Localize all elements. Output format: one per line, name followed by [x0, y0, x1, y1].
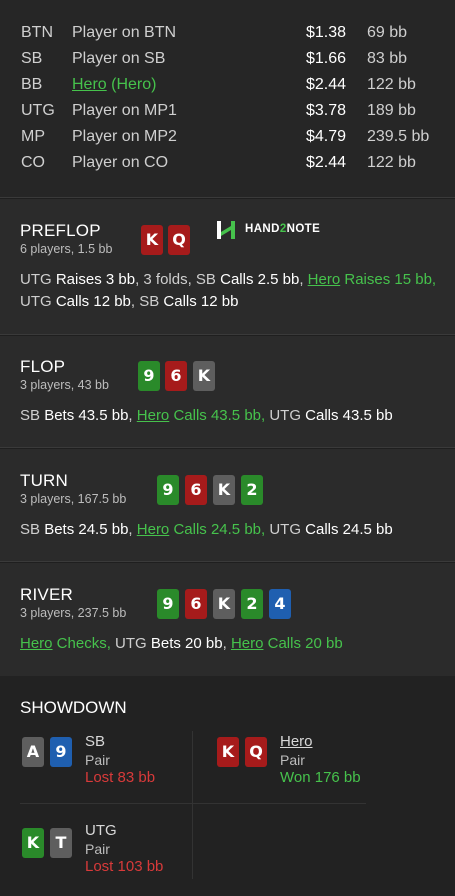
- player-stack-amount: $1.66: [306, 50, 347, 67]
- player-position: MP: [21, 128, 45, 145]
- hero-card-2: Q: [245, 737, 267, 767]
- hero-card-1: K: [141, 225, 163, 255]
- player-stack-bb: 122 bb: [367, 154, 416, 171]
- sb-name: SB: [85, 733, 106, 750]
- flop-title: FLOP: [20, 357, 66, 376]
- hero-link[interactable]: Hero: [20, 635, 53, 652]
- player-position: UTG: [21, 102, 55, 119]
- hero-hand: Pair: [280, 752, 305, 768]
- hand2note-logo-text: HAND2NOTE: [245, 223, 321, 235]
- board-card-5: 4: [269, 589, 291, 619]
- player-stack-amount: $3.78: [306, 102, 347, 119]
- board-card-2: 6: [185, 589, 207, 619]
- river-title: RIVER: [20, 585, 73, 604]
- player-row: UTG Player on MP1 $3.78 189 bb: [0, 98, 455, 124]
- hero-result: Won 176 bb: [280, 769, 361, 786]
- flop-actions: SB Bets 43.5 bb, Hero Calls 43.5 bb, UTG…: [20, 407, 393, 424]
- player-stack-amount: $4.79: [306, 128, 347, 145]
- player-stack-amount: $2.44: [306, 154, 347, 171]
- player-row-hero: BB Hero (Hero) $2.44 122 bb: [0, 72, 455, 98]
- flop-pot: 3 players, 43 bb: [20, 378, 109, 392]
- player-position: CO: [21, 154, 45, 171]
- player-name: Player on BTN: [72, 24, 177, 41]
- turn-actions: SB Bets 24.5 bb, Hero Calls 24.5 bb, UTG…: [20, 521, 393, 538]
- hero-link[interactable]: Hero: [72, 76, 107, 93]
- utg-hand: Pair: [85, 841, 110, 857]
- board-card-3: K: [213, 589, 235, 619]
- player-stack-bb: 83 bb: [367, 50, 408, 67]
- player-row: SB Player on SB $1.66 83 bb: [0, 46, 455, 72]
- player-stack-bb: 122 bb: [367, 76, 416, 93]
- preflop-title: PREFLOP: [20, 221, 101, 240]
- hero-link[interactable]: Hero: [308, 271, 341, 288]
- player-stack-bb: 189 bb: [367, 102, 416, 119]
- player-stack-bb: 239.5 bb: [367, 128, 430, 145]
- sb-card-1: A: [22, 737, 44, 767]
- river-pot: 3 players, 237.5 bb: [20, 606, 127, 620]
- h2n-logo-icon: [217, 221, 235, 239]
- sb-card-2: 9: [50, 737, 72, 767]
- hero-card-1: K: [217, 737, 239, 767]
- board-card-1: 9: [157, 589, 179, 619]
- board-card-4: 2: [241, 589, 263, 619]
- player-stack-amount: $1.38: [306, 24, 347, 41]
- player-name: Player on CO: [72, 154, 169, 171]
- player-row: MP Player on MP2 $4.79 239.5 bb: [0, 124, 455, 150]
- board-card-3: K: [213, 475, 235, 505]
- preflop-pot: 6 players, 1.5 bb: [20, 242, 113, 256]
- divider: [192, 731, 193, 879]
- board-card-1: 9: [138, 361, 160, 391]
- player-row: BTN Player on BTN $1.38 69 bb: [0, 20, 455, 46]
- board-card-2: 6: [165, 361, 187, 391]
- utg-result: Lost 103 bb: [85, 858, 164, 875]
- player-name: Player on SB: [72, 50, 166, 67]
- players-section: BTN Player on BTN $1.38 69 bb SB Player …: [0, 0, 455, 198]
- player-name: Hero (Hero): [72, 72, 156, 98]
- divider: [20, 803, 366, 804]
- board-card-1: 9: [157, 475, 179, 505]
- hero-suffix: (Hero): [106, 76, 157, 93]
- player-position: BB: [21, 76, 43, 93]
- sb-hand: Pair: [85, 752, 110, 768]
- player-row: CO Player on CO $2.44 122 bb: [0, 150, 455, 176]
- hero-link[interactable]: Hero: [137, 521, 170, 538]
- board-card-3: K: [193, 361, 215, 391]
- utg-name: UTG: [85, 822, 117, 839]
- sb-result: Lost 83 bb: [85, 769, 156, 786]
- hero-card-2: Q: [168, 225, 190, 255]
- board-card-2: 6: [185, 475, 207, 505]
- showdown-title: SHOWDOWN: [20, 698, 127, 717]
- board-card-4: 2: [241, 475, 263, 505]
- river-actions: Hero Checks, UTG Bets 20 bb, Hero Calls …: [20, 635, 343, 652]
- player-name: Player on MP2: [72, 128, 177, 145]
- turn-pot: 3 players, 167.5 bb: [20, 492, 127, 506]
- player-stack-amount: $2.44: [306, 76, 347, 93]
- player-name: Player on MP1: [72, 102, 177, 119]
- player-stack-bb: 69 bb: [367, 24, 408, 41]
- utg-card-2: T: [50, 828, 72, 858]
- hero-link[interactable]: Hero: [280, 733, 313, 750]
- player-position: BTN: [21, 24, 53, 41]
- preflop-actions: UTG Raises 3 bb, 3 folds, SB Calls 2.5 b…: [20, 271, 437, 310]
- player-position: SB: [21, 50, 43, 67]
- hand-history-panel: BTN Player on BTN $1.38 69 bb SB Player …: [0, 0, 455, 896]
- turn-title: TURN: [20, 471, 69, 490]
- flop-section: [0, 336, 455, 448]
- utg-card-1: K: [22, 828, 44, 858]
- hero-link[interactable]: Hero: [231, 635, 264, 652]
- hero-link[interactable]: Hero: [137, 407, 170, 424]
